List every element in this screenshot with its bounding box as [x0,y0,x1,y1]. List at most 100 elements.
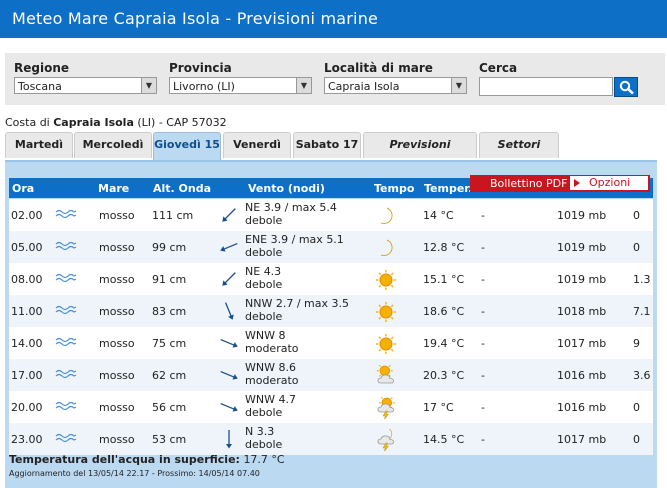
wind-cell: N 3.3 debole [245,425,282,451]
wind-speed: 8.6 [278,361,296,374]
precip-cell: 0 [633,433,640,446]
extra-cell: - [481,273,485,286]
header-mare: Mare [98,182,130,195]
onda-cell: 53 cm [152,433,187,446]
ora-cell: 11.00 [11,305,43,318]
forecast-panel: Ora Mare Alt. Onda Vento (nodi) Tempo Te… [5,160,657,488]
wind-strength: debole [245,438,283,451]
wind-speed: 4.7 [278,393,296,406]
tab-sabato[interactable]: Sabato 17 [293,132,361,158]
extra-cell: - [481,241,485,254]
temp-cell: 20.3 °C [423,369,465,382]
chevron-down-icon[interactable]: ▼ [296,78,311,93]
sun-cloud-icon [375,362,397,390]
chevron-down-icon[interactable]: ▼ [141,78,156,93]
onda-cell: 75 cm [152,337,187,350]
wind-direction-arrow-icon [218,396,240,421]
filter-bar: Regione Toscana ▼ Provincia Livorno (LI)… [5,53,665,105]
wind-cell: NNW 2.7 / max 3.5 debole [245,297,350,323]
header-ora: Ora [12,182,35,195]
location-name: Capraia Isola [53,116,134,129]
table-row: 05.00 mosso 99 cm ENE 3.9 / max 5.1 debole 12… [9,231,653,263]
precip-cell: 7.1 [633,305,651,318]
play-icon [574,179,580,187]
page-title: Meteo Mare Capraia Isola - Previsioni ma… [12,9,379,28]
localita-label: Località di mare [324,61,433,75]
wave-icon [55,273,77,286]
wind-cell: NE 4.3 debole [245,265,282,291]
wind-strength: debole [245,214,283,227]
wave-icon [55,369,77,382]
ora-cell: 02.00 [11,209,43,222]
tab-mercoledi[interactable]: Mercoledì 14 [74,132,152,175]
pressure-cell: 1016 mb [557,369,607,382]
wind-dir: NE [245,265,261,278]
wind-cell: WNW 8.6 moderato [245,361,299,387]
wind-max: 5.1 [326,233,344,246]
pressure-cell: 1017 mb [557,433,607,446]
update-info: Aggiornamento del 13/05/14 22.17 - Pross… [9,469,260,478]
wind-cell: WNW 8 moderato [245,329,299,355]
table-row: 20.00 mosso 56 cm WNW 4.7 debole 17 °C - 1016 m… [9,391,653,423]
storm-moon-icon [375,427,397,454]
onda-cell: 83 cm [152,305,187,318]
pressure-cell: 1019 mb [557,241,607,254]
wind-dir: ENE [245,233,268,246]
overlay-bar: Bollettino PDF Opzioni [470,175,650,192]
search-button[interactable] [614,77,638,97]
location-suffix: (LI) - CAP 57032 [133,116,227,129]
pressure-cell: 1016 mb [557,401,607,414]
tab-venerdi[interactable]: Venerdì 16 [223,132,291,175]
tab-previsioni-complete[interactable]: Previsioni complete [363,132,477,175]
wind-cell: ENE 3.9 / max 5.1 debole [245,233,344,259]
temp-cell: 19.4 °C [423,337,465,350]
tab-martedi[interactable]: Martedì 13 [5,132,73,175]
provincia-select[interactable]: Livorno (LI) ▼ [169,77,312,94]
pressure-cell: 1019 mb [557,209,607,222]
ora-cell: 08.00 [11,273,43,286]
ora-cell: 23.00 [11,433,43,446]
sun-icon [375,269,397,294]
wave-icon [55,433,77,446]
extra-cell: - [481,305,485,318]
pressure-cell: 1018 mb [557,305,607,318]
localita-value: Capraia Isola [328,80,400,93]
temp-cell: 15.1 °C [423,273,465,286]
tab-settori-marini[interactable]: Settori marini [479,132,559,175]
ora-cell: 17.00 [11,369,43,382]
wind-speed: 3.9 [263,201,282,214]
wind-speed: 3.3 [256,425,275,438]
onda-cell: 62 cm [152,369,187,382]
options-button[interactable]: Opzioni [570,176,648,190]
onda-cell: 99 cm [152,241,187,254]
wind-dir: WNW [245,361,275,374]
provincia-label: Provincia [169,61,232,75]
extra-cell: - [481,337,485,350]
onda-cell: 111 cm [152,209,194,222]
chevron-down-icon[interactable]: ▼ [451,78,466,93]
pdf-button[interactable]: Bollettino PDF [490,177,567,190]
provincia-value: Livorno (LI) [173,80,235,93]
provincia-group: Provincia Livorno (LI) ▼ [169,61,312,94]
mare-cell: mosso [99,401,135,414]
wind-max: 5.4 [319,201,337,214]
wind-dir: WNW [245,393,275,406]
wind-direction-arrow-icon [218,204,240,229]
regione-select[interactable]: Toscana ▼ [14,77,157,94]
localita-select[interactable]: Capraia Isola ▼ [324,77,467,94]
search-input[interactable] [479,77,613,96]
temp-cell: 14.5 °C [423,433,465,446]
wind-strength: debole [245,310,283,323]
onda-cell: 91 cm [152,273,187,286]
table-row: 17.00 mosso 62 cm WNW 8.6 moderato 20.3 °C - 10… [9,359,653,391]
ora-cell: 20.00 [11,401,43,414]
precip-cell: 9 [633,337,640,350]
extra-cell: - [481,209,485,222]
tab-giovedi[interactable]: Giovedì 15 [153,132,221,160]
header-vento: Vento (nodi) [248,182,325,195]
regione-label: Regione [14,61,70,75]
wind-speed: 2.7 [275,297,294,310]
wind-dir: WNW [245,329,275,342]
wind-direction-arrow-icon [218,332,240,357]
title-bar: Meteo Mare Capraia Isola - Previsioni ma… [0,0,667,38]
